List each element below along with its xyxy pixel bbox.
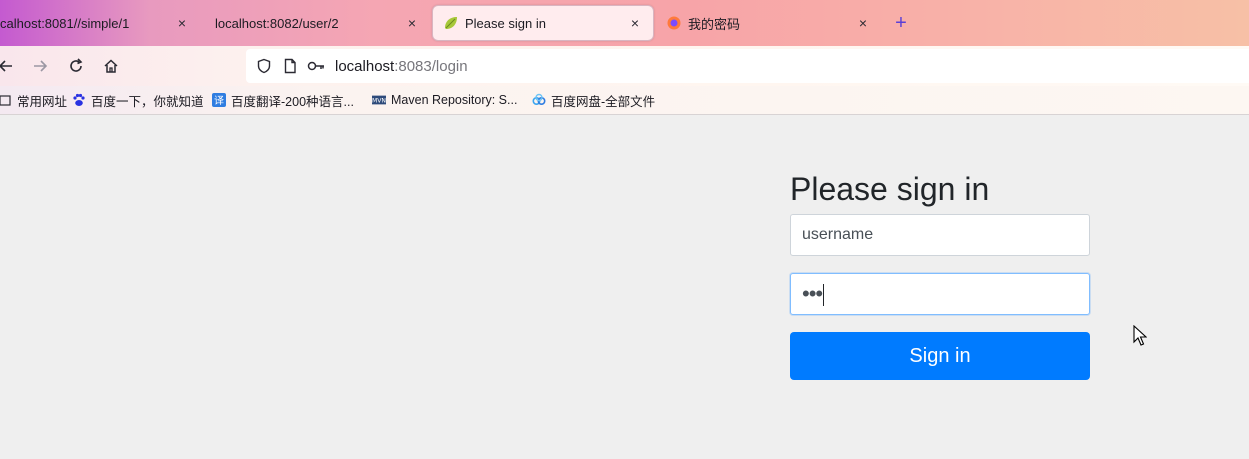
translate-icon: 译 bbox=[212, 93, 226, 107]
bookmark-label: 百度一下，你就知道 bbox=[91, 94, 204, 109]
key-icon[interactable] bbox=[307, 57, 325, 75]
url-bar[interactable]: localhost:8083/login bbox=[246, 49, 1249, 83]
url-path: :8083/login bbox=[394, 57, 468, 75]
tab-user[interactable]: localhost:8082/user/2 × bbox=[205, 5, 430, 41]
forward-button[interactable] bbox=[28, 54, 52, 78]
sign-in-button[interactable]: Sign in bbox=[790, 332, 1090, 380]
firefox-lockwise-icon bbox=[667, 16, 681, 30]
back-button[interactable] bbox=[0, 54, 18, 78]
arrow-left-icon bbox=[0, 60, 12, 72]
reload-button[interactable] bbox=[64, 54, 88, 78]
username-input[interactable]: username bbox=[790, 214, 1090, 256]
tab-strip: calhost:8081//simple/1 × localhost:8082/… bbox=[0, 0, 1249, 46]
tab-close-icon[interactable]: × bbox=[855, 15, 871, 31]
arrow-right-icon bbox=[34, 60, 48, 72]
tab-close-icon[interactable]: × bbox=[627, 15, 643, 31]
home-icon bbox=[104, 59, 118, 73]
tab-simple[interactable]: calhost:8081//simple/1 × bbox=[0, 5, 200, 41]
bookmark-baidu-translate[interactable]: 译 百度翻译-200种语言... bbox=[212, 91, 354, 109]
url-host: localhost bbox=[335, 57, 395, 75]
bookmark-label: 常用网址 bbox=[17, 94, 68, 109]
tab-close-icon[interactable]: × bbox=[404, 15, 420, 31]
tab-title: calhost:8081//simple/1 bbox=[0, 15, 130, 31]
text-caret bbox=[823, 283, 825, 306]
navigation-toolbar: localhost:8083/login bbox=[0, 46, 1249, 86]
bookmark-baidu-pan[interactable]: 百度网盘-全部文件 bbox=[532, 91, 655, 109]
baidu-pan-icon bbox=[532, 93, 546, 107]
reload-icon bbox=[70, 58, 83, 72]
baidu-paw-icon bbox=[72, 93, 86, 107]
tracking-protection-shield-icon[interactable] bbox=[255, 57, 273, 75]
page-title: Please sign in bbox=[790, 171, 990, 207]
svg-text:译: 译 bbox=[214, 95, 224, 107]
tab-title: localhost:8082/user/2 bbox=[215, 15, 339, 31]
mouse-pointer-icon bbox=[1133, 325, 1147, 346]
sign-in-label: Sign in bbox=[909, 344, 971, 367]
page-info-icon[interactable] bbox=[281, 57, 299, 75]
url-text: localhost:8083/login bbox=[335, 58, 468, 75]
page-content: Please sign in username ••• Sign in bbox=[0, 115, 1249, 459]
spring-leaf-icon bbox=[445, 17, 457, 29]
folder-icon bbox=[0, 93, 12, 107]
tab-title: 我的密码 bbox=[688, 16, 741, 32]
bookmark-label: 百度网盘-全部文件 bbox=[551, 94, 656, 109]
maven-icon: MVN bbox=[372, 93, 386, 107]
username-value: username bbox=[802, 226, 874, 243]
password-value: ••• bbox=[802, 281, 823, 306]
bookmark-baidu[interactable]: 百度一下，你就知道 bbox=[72, 91, 204, 109]
bookmark-label: 百度翻译-200种语言... bbox=[231, 94, 354, 109]
tab-please-sign-in[interactable]: Please sign in × bbox=[432, 5, 654, 41]
password-input[interactable]: ••• bbox=[790, 273, 1090, 315]
bookmark-maven-repository[interactable]: MVN Maven Repository: S... bbox=[372, 91, 517, 109]
tab-title: Please sign in bbox=[465, 15, 546, 31]
tab-close-icon[interactable]: × bbox=[174, 15, 190, 31]
bookmark-label: Maven Repository: S... bbox=[391, 93, 518, 107]
new-tab-button[interactable]: + bbox=[890, 12, 912, 34]
svg-text:MVN: MVN bbox=[372, 98, 386, 105]
tab-my-passwords[interactable]: 我的密码 × bbox=[656, 5, 881, 41]
home-button[interactable] bbox=[99, 54, 123, 78]
bookmarks-toolbar: 常用网址 百度一下，你就知道 译 百度翻译-200种语言... MVN Mave… bbox=[0, 86, 1249, 115]
bookmark-common-sites[interactable]: 常用网址 bbox=[0, 91, 67, 109]
